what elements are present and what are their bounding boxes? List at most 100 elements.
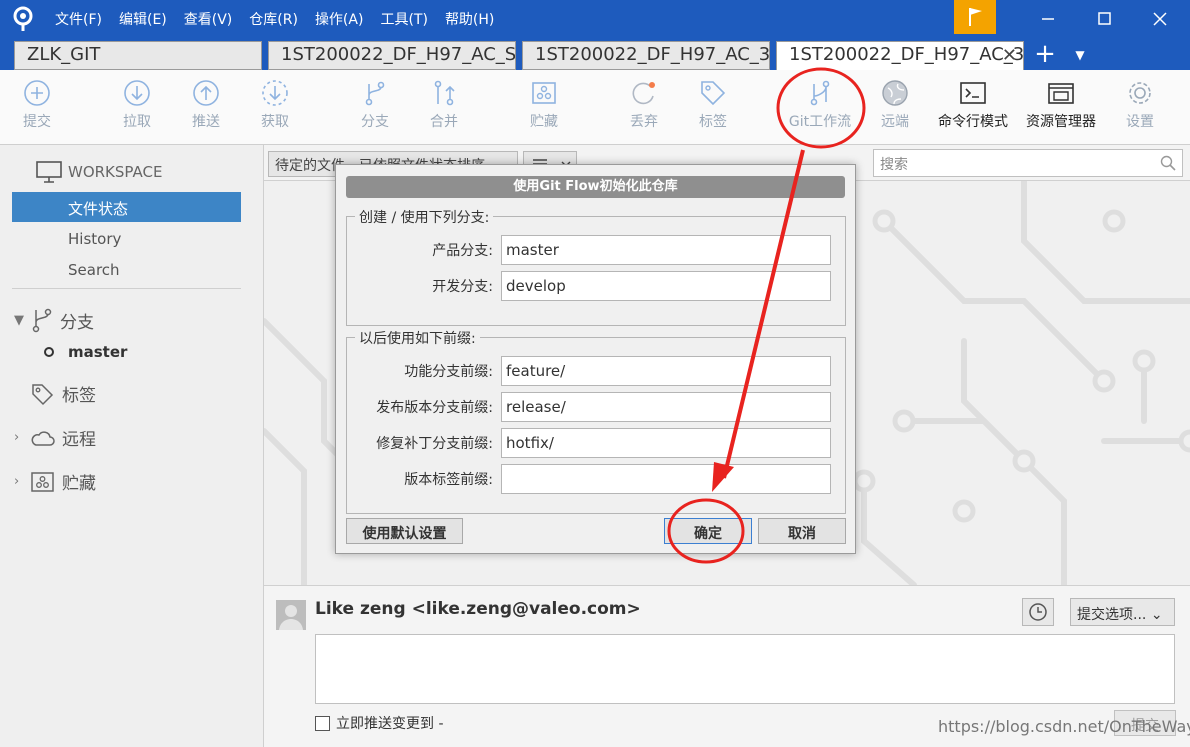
avatar [276, 600, 306, 630]
git-flow-icon [810, 80, 830, 106]
menu-repository[interactable]: 仓库(R) [249, 9, 298, 29]
version-tag-prefix-row: 版本标签前缀: [404, 464, 831, 494]
push-immediately-checkbox[interactable]: 立即推送变更到 - [315, 713, 444, 733]
minimize-button[interactable] [1020, 0, 1076, 38]
branches-group: 创建 / 使用下列分支: 产品分支: 开发分支: [346, 207, 846, 326]
new-tab-button[interactable]: + [1030, 38, 1060, 70]
hotfix-prefix-row: 修复补丁分支前缀: [376, 428, 831, 458]
settings-button[interactable]: 设置 [1100, 78, 1180, 131]
sidebar-section-branches[interactable]: ▼ 分支 [14, 307, 94, 333]
title-bar: 文件(F) 编辑(E) 查看(V) 仓库(R) 操作(A) 工具(T) 帮助(H… [0, 0, 1190, 38]
terminal-button[interactable]: 命令行模式 [933, 78, 1013, 131]
tab-list-chevron-down-icon[interactable]: ▼ [1068, 38, 1092, 70]
stash-box-icon [532, 82, 556, 104]
prefixes-group-label: 以后使用如下前缀: [355, 328, 480, 348]
sidebar-section-stashes[interactable]: › 贮藏 [14, 469, 96, 494]
chevron-right-icon[interactable]: › [14, 430, 30, 445]
branch-item-master[interactable]: master [44, 343, 127, 361]
chevron-down-icon: ⌄ [1150, 607, 1163, 623]
branch-button[interactable]: 分支 [335, 78, 415, 131]
pull-button[interactable]: 拉取 [97, 78, 177, 131]
push-label: 推送 [192, 114, 220, 130]
tab-label: ZLK_GIT [27, 44, 101, 65]
sourcetree-logo-icon[interactable] [10, 6, 36, 32]
use-defaults-button[interactable]: 使用默认设置 [346, 518, 463, 544]
chevron-down-icon[interactable]: ▼ [14, 313, 30, 328]
develop-branch-row: 开发分支: [432, 271, 831, 301]
stash-label: 贮藏 [530, 114, 558, 130]
production-branch-label: 产品分支: [432, 243, 493, 259]
sidebar-item-history[interactable]: History [68, 230, 121, 248]
develop-branch-label: 开发分支: [432, 279, 493, 295]
stash-box-icon [31, 471, 54, 492]
commit-history-button[interactable] [1022, 598, 1054, 626]
checkbox-icon[interactable] [315, 715, 330, 731]
discard-label: 丢弃 [630, 114, 658, 130]
tab-repo-3[interactable]: 1ST200022_DF_H97_AC_3 [522, 41, 770, 70]
gitflow-button[interactable]: Git工作流 [780, 78, 860, 131]
feature-prefix-input[interactable] [501, 356, 831, 386]
cancel-button[interactable]: 取消 [758, 518, 846, 544]
gear-icon [1129, 82, 1151, 104]
monitor-icon [36, 161, 62, 183]
fetch-button[interactable]: 获取 [235, 78, 315, 131]
hotfix-prefix-input[interactable] [501, 428, 831, 458]
push-button[interactable]: 推送 [166, 78, 246, 131]
maximize-icon [1098, 12, 1111, 25]
fetch-dashed-circle-icon [262, 80, 288, 106]
version-tag-prefix-label: 版本标签前缀: [404, 472, 493, 488]
maximize-button[interactable] [1076, 0, 1132, 38]
sidebar-section-tags[interactable]: 标签 [14, 381, 96, 406]
production-branch-row: 产品分支: [432, 235, 831, 265]
cloud-icon [31, 430, 55, 446]
tab-close-icon[interactable]: ✕ [1002, 45, 1017, 66]
menu-file[interactable]: 文件(F) [55, 9, 102, 29]
menu-help[interactable]: 帮助(H) [445, 9, 494, 29]
develop-branch-input[interactable] [501, 271, 831, 301]
commit-button[interactable]: 提交 [0, 78, 77, 131]
stash-button[interactable]: 贮藏 [504, 78, 584, 131]
close-window-button[interactable] [1132, 0, 1188, 38]
menu-edit[interactable]: 编辑(E) [119, 9, 167, 29]
production-branch-input[interactable] [501, 235, 831, 265]
chevron-right-icon[interactable]: › [14, 474, 30, 489]
commit-message-input[interactable] [315, 634, 1175, 704]
search-input[interactable]: 搜索 [873, 149, 1183, 177]
notification-flag-button[interactable] [954, 0, 996, 34]
tags-label: 标签 [62, 386, 96, 406]
hotfix-prefix-label: 修复补丁分支前缀: [376, 436, 493, 452]
sidebar-section-remotes[interactable]: › 远程 [14, 425, 96, 450]
branch-name: master [68, 343, 128, 361]
menu-actions[interactable]: 操作(A) [315, 9, 364, 29]
release-prefix-input[interactable] [501, 392, 831, 422]
pull-label: 拉取 [123, 114, 151, 130]
tab-zlk-git[interactable]: ZLK_GIT [14, 41, 262, 70]
tab-repo-3-active[interactable]: 1ST200022_DF_H97_AC_3 ✕ [776, 41, 1024, 70]
menu-view[interactable]: 查看(V) [184, 9, 233, 29]
commit-options-dropdown[interactable]: 提交选项... ⌄ [1070, 598, 1175, 626]
merge-button[interactable]: 合并 [404, 78, 484, 131]
release-prefix-label: 发布版本分支前缀: [376, 400, 493, 416]
feature-prefix-row: 功能分支前缀: [404, 356, 831, 386]
merge-label: 合并 [430, 114, 458, 130]
terminal-label: 命令行模式 [938, 114, 1008, 130]
explorer-label: 资源管理器 [1026, 114, 1096, 130]
remote-button[interactable]: 远端 [855, 78, 935, 131]
tab-repo-s[interactable]: 1ST200022_DF_H97_AC_S [268, 41, 516, 70]
search-placeholder: 搜索 [880, 157, 908, 173]
tab-label: 1ST200022_DF_H97_AC_S [281, 44, 516, 65]
sidebar-divider [12, 288, 241, 289]
fetch-label: 获取 [261, 114, 289, 130]
arrow-up-circle-icon [193, 80, 219, 106]
discard-button[interactable]: 丢弃 [604, 78, 684, 131]
prefixes-group: 以后使用如下前缀: 功能分支前缀: 发布版本分支前缀: 修复补丁分支前缀: 版本… [346, 328, 846, 514]
explorer-button[interactable]: 资源管理器 [1021, 78, 1101, 131]
tag-button[interactable]: 标签 [673, 78, 753, 131]
version-tag-prefix-input[interactable] [501, 464, 831, 494]
arrow-down-circle-icon [124, 80, 150, 106]
ok-button[interactable]: 确定 [664, 518, 752, 544]
sidebar-item-search[interactable]: Search [68, 261, 120, 279]
sidebar-item-file-status[interactable]: 文件状态 [68, 198, 128, 219]
menu-tools[interactable]: 工具(T) [380, 9, 427, 29]
gitflow-init-dialog: 使用Git Flow初始化此仓库 创建 / 使用下列分支: 产品分支: 开发分支… [335, 164, 856, 554]
